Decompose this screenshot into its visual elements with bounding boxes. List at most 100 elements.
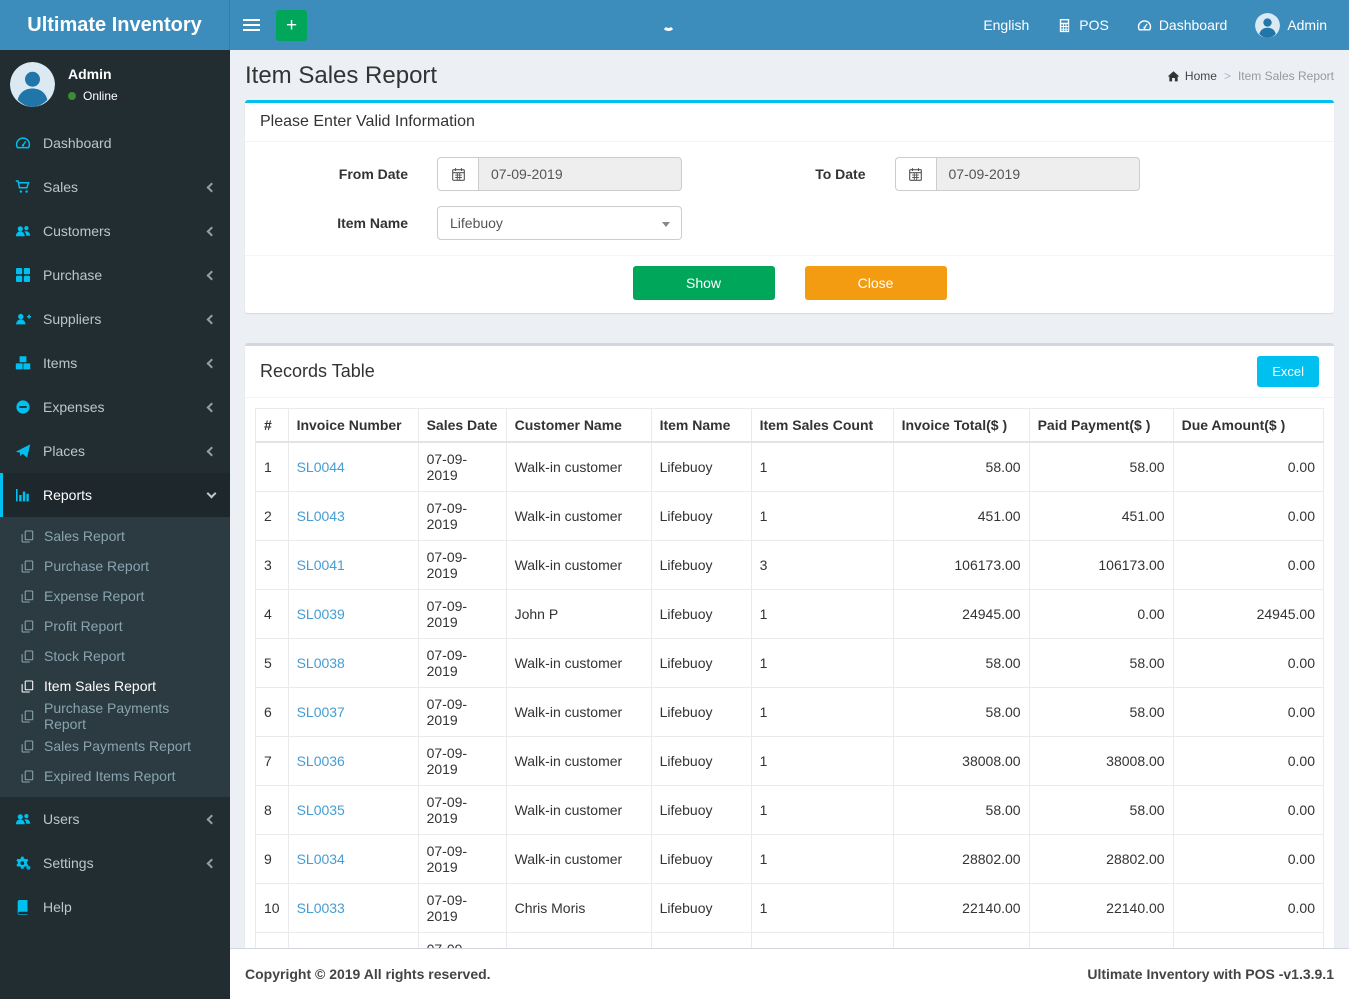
invoice-link[interactable]: SL0037 <box>297 704 345 720</box>
sidebar-item-suppliers[interactable]: Suppliers <box>0 297 230 341</box>
sidebar-item-users[interactable]: Users <box>0 797 230 841</box>
calendar-icon <box>908 167 923 182</box>
copy-icon <box>21 559 34 573</box>
sidebar-item-label: Places <box>43 443 86 459</box>
filter-actions: Show Close <box>245 255 1334 313</box>
sidebar-subitem-stock-report[interactable]: Stock Report <box>0 641 230 671</box>
sidebar-submenu: Sales Report Purchase Report Expense Repor… <box>0 517 230 797</box>
invoice-link[interactable]: SL0034 <box>297 851 345 867</box>
sidebar-subitem-expense-report[interactable]: Expense Report <box>0 581 230 611</box>
table-cell: Lifebuoy <box>650 638 752 688</box>
sidebar-item-expenses[interactable]: Expenses <box>0 385 230 429</box>
sidebar-subitem-expired-items-report[interactable]: Expired Items Report <box>0 761 230 791</box>
app-window: Ultimate Inventory + English POS Dashboard… <box>0 0 1349 999</box>
invoice-link[interactable]: SL0038 <box>297 655 345 671</box>
invoice-link[interactable]: SL0036 <box>297 753 345 769</box>
to-date-input[interactable] <box>935 157 1140 191</box>
table-cell: Lifebuoy <box>650 736 752 786</box>
sidebar-item-items[interactable]: Items <box>0 341 230 385</box>
sidebar-item-purchase[interactable]: Purchase <box>0 253 230 297</box>
table-cell: Lifebuoy <box>650 687 752 737</box>
item-name-select[interactable]: Lifebuoy <box>437 206 682 240</box>
navbar-item-pos[interactable]: POS <box>1043 0 1123 50</box>
copy-icon <box>21 739 34 753</box>
table-cell: Walk-in customer <box>505 932 652 948</box>
user-status: Online <box>68 89 118 103</box>
copy-icon <box>21 649 34 663</box>
user-name: Admin <box>68 66 112 82</box>
table-cell: 58.00 <box>1028 785 1174 835</box>
from-date-input[interactable] <box>478 157 682 191</box>
table-cell: Walk-in customer <box>505 834 652 884</box>
navbar-menu: English POS Dashboard Admin <box>969 0 1349 50</box>
sidebar-subitem-label: Profit Report <box>44 618 123 634</box>
show-button[interactable]: Show <box>632 266 775 300</box>
table-cell: 1 <box>750 687 894 737</box>
book-icon <box>15 899 31 915</box>
item-name-selected-value: Lifebuoy <box>450 215 503 231</box>
sidebar-item-label: Sales <box>43 179 79 195</box>
sidebar-subitem-sales-payments-report[interactable]: Sales Payments Report <box>0 731 230 761</box>
sidebar-item-customers[interactable]: Customers <box>0 209 230 253</box>
invoice-link[interactable]: SL0039 <box>297 606 345 622</box>
table-cell: 58.00 <box>892 687 1030 737</box>
invoice-link[interactable]: SL0044 <box>297 459 345 475</box>
table-cell: 1 <box>750 932 894 948</box>
table-cell: 58.00 <box>1028 687 1174 737</box>
sidebar-subitem-purchase-payments-report[interactable]: Purchase Payments Report <box>0 700 230 732</box>
table-cell: 451.00 <box>1028 491 1174 541</box>
close-button[interactable]: Close <box>804 266 947 300</box>
sidebar-subitem-item-sales-report[interactable]: Item Sales Report <box>0 671 230 701</box>
invoice-link[interactable]: SL0033 <box>297 900 345 916</box>
table-cell: 58.00 <box>892 785 1030 835</box>
quick-add-button[interactable]: + <box>276 10 307 41</box>
sidebar-subitem-profit-report[interactable]: Profit Report <box>0 611 230 641</box>
table-cell: Walk-in customer <box>505 540 652 590</box>
column-header: Due Amount($ ) <box>1172 408 1325 443</box>
sidebar-item-help[interactable]: Help <box>0 885 230 929</box>
invoice-link[interactable]: SL0041 <box>297 557 345 573</box>
invoice-link[interactable]: SL0043 <box>297 508 345 524</box>
to-date-calendar-addon[interactable] <box>894 157 936 191</box>
sidebar-subitem-sales-report[interactable]: Sales Report <box>0 521 230 551</box>
calendar-icon <box>451 167 466 182</box>
table-row: 11SL003207-09-2019Walk-in customerLifebu… <box>255 932 1325 948</box>
table-row: 3 SL0041 07-09-2019 Walk-in customer Lifebuo… <box>255 540 1325 590</box>
table-cell: 28802.00 <box>892 834 1030 884</box>
navbar-item-dashboard[interactable]: Dashboard <box>1123 0 1242 50</box>
invoice-link[interactable]: SL0035 <box>297 802 345 818</box>
app-logo[interactable]: Ultimate Inventory <box>0 0 230 50</box>
copy-icon <box>21 709 34 723</box>
sidebar-subitem-label: Expense Report <box>44 588 145 604</box>
table-cell: 58.00 <box>1028 638 1174 688</box>
sidebar-item-reports[interactable]: Reports <box>0 473 230 517</box>
excel-export-button[interactable]: Excel <box>1257 356 1319 387</box>
copy-icon <box>21 679 34 693</box>
table-cell: 07-09-2019 <box>417 589 507 639</box>
records-tbody: 1 SL0044 07-09-2019 Walk-in customer Lifebuo… <box>255 441 1325 948</box>
table-cell: 7 <box>255 736 289 786</box>
breadcrumb-home-link[interactable]: Home <box>1167 69 1217 83</box>
table-cell: Lifebuoy <box>650 785 752 835</box>
navbar-item-english[interactable]: English <box>969 0 1043 50</box>
table-cell: 451.00 <box>892 491 1030 541</box>
chevron-left-icon <box>206 402 217 412</box>
navbar-item-admin[interactable]: Admin <box>1241 0 1341 50</box>
table-cell: 07-09-2019 <box>417 441 507 492</box>
from-date-calendar-addon[interactable] <box>437 157 478 191</box>
to-date-label: To Date <box>815 166 866 182</box>
records-header-row: # Invoice Number Sales Date Customer Name It… <box>255 408 1325 443</box>
records-table: # Invoice Number Sales Date Customer Name It… <box>255 408 1325 948</box>
sidebar-item-settings[interactable]: Settings <box>0 841 230 885</box>
table-cell: Lifebuoy <box>650 883 752 933</box>
cell-invoice-number: SL0041 <box>287 540 419 590</box>
sidebar-toggle-button[interactable] <box>230 0 272 50</box>
table-cell: 2 <box>255 491 289 541</box>
footer-copyright: Copyright © 2019 All rights reserved. <box>245 966 491 982</box>
sidebar: Admin Online Dashboard Sales Customers Purc… <box>0 50 230 999</box>
sidebar-item-sales[interactable]: Sales <box>0 165 230 209</box>
content: Item Sales Report Home > Item Sales Repo… <box>230 50 1349 948</box>
sidebar-item-dashboard[interactable]: Dashboard <box>0 121 230 165</box>
sidebar-subitem-purchase-report[interactable]: Purchase Report <box>0 551 230 581</box>
sidebar-item-places[interactable]: Places <box>0 429 230 473</box>
